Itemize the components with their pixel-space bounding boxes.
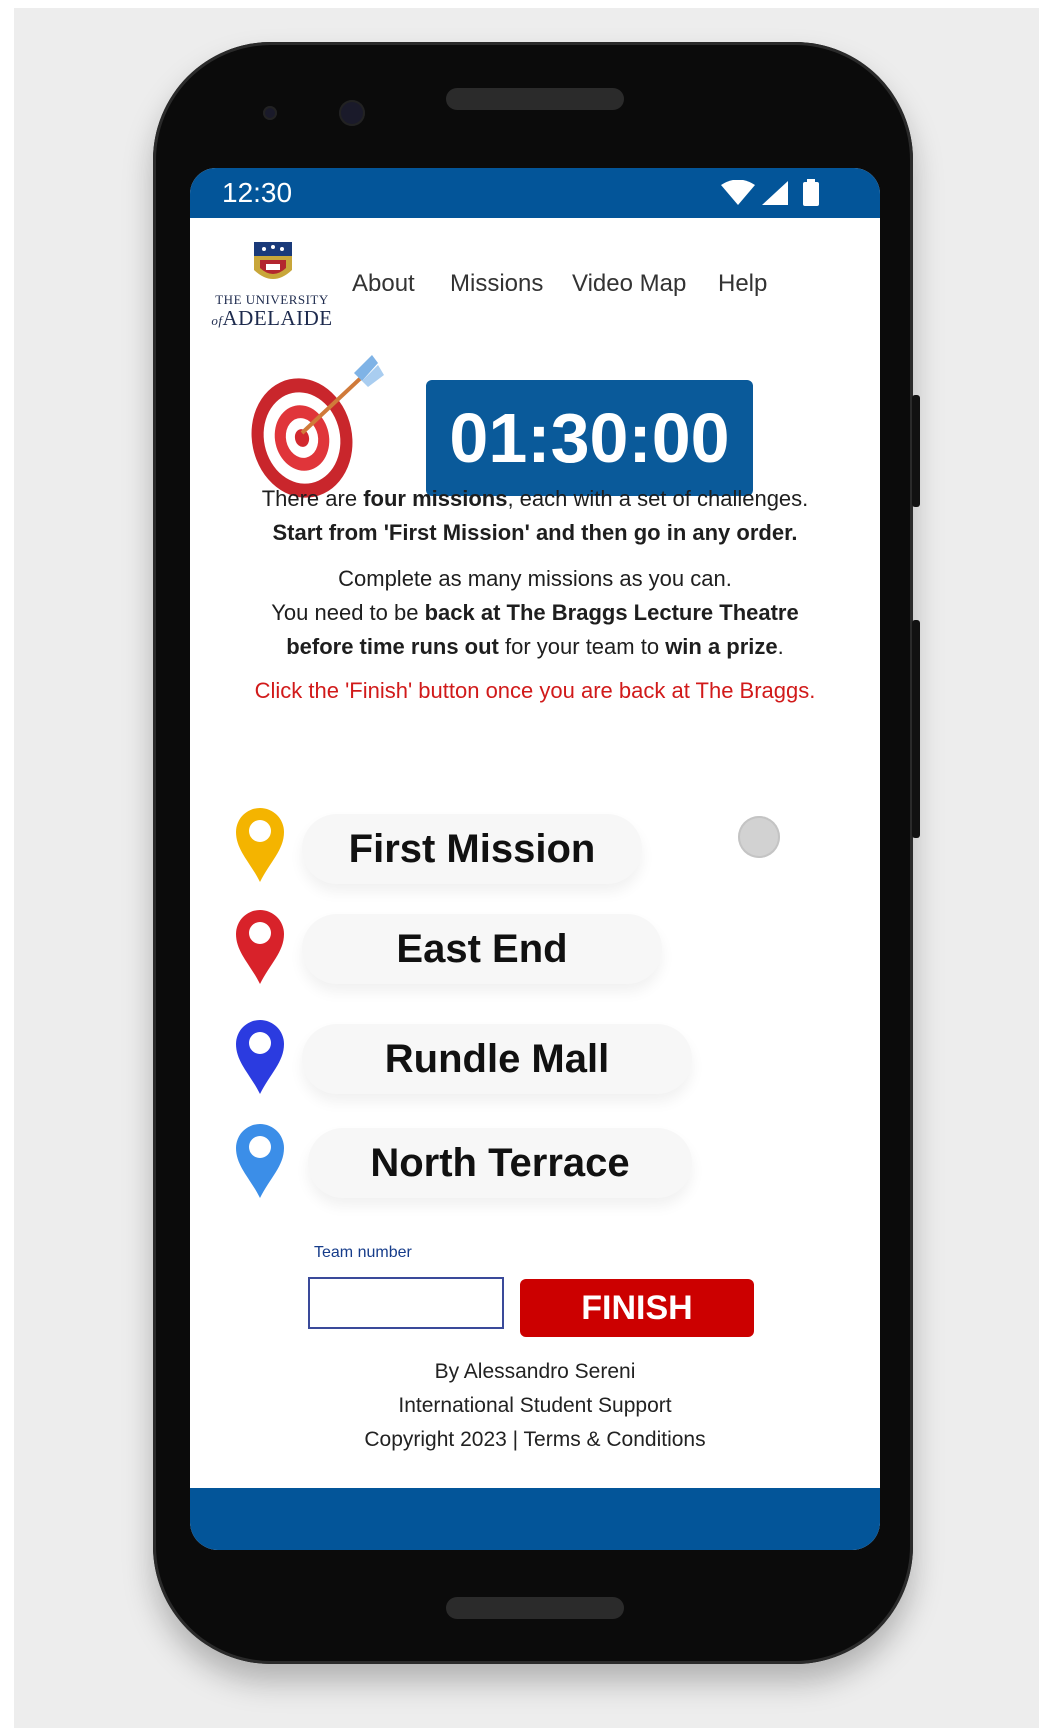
map-pin-blue-icon [236, 1020, 284, 1094]
university-crest-icon [254, 242, 292, 279]
intro-line-5: before time runs out for your team to wi… [286, 634, 784, 659]
front-camera-left [263, 106, 277, 120]
phone-screen: 12:30 THE UNIVERSITY ofADELAIDE About Mi… [190, 168, 880, 1550]
map-pin-yellow-icon [236, 808, 284, 882]
finish-notice: Click the 'Finish' button once you are b… [254, 678, 816, 703]
intro-line-2: Start from 'First Mission' and then go i… [272, 520, 798, 545]
logo-text-adelaide: ofADELAIDE [211, 306, 333, 330]
countdown-timer: 01:30:00 [426, 380, 753, 496]
footer-copyright[interactable]: Copyright 2023 | Terms & Conditions [190, 1428, 880, 1452]
team-number-label: Team number [314, 1244, 412, 1261]
intro-line-4: You need to be back at The Braggs Lectur… [271, 600, 799, 625]
mission-rundle-mall-button[interactable]: Rundle Mall [302, 1024, 692, 1094]
bottom-speaker [446, 1597, 624, 1619]
intro-line-3: Complete as many missions as you can. [338, 566, 732, 591]
mission-east-end-button[interactable]: East End [302, 914, 662, 984]
map-pin-red-icon [236, 910, 284, 984]
mission-north-terrace-button[interactable]: North Terrace [308, 1128, 692, 1198]
bottom-bar [190, 1488, 880, 1550]
nav-missions[interactable]: Missions [450, 270, 543, 298]
volume-button [912, 620, 920, 838]
nav-video-map[interactable]: Video Map [572, 270, 686, 298]
power-button [912, 395, 920, 507]
intro-line-1: There are four missions, each with a set… [261, 486, 809, 511]
nav-help[interactable]: Help [718, 270, 767, 298]
earpiece-speaker [446, 88, 624, 110]
status-bar: 12:30 [190, 168, 880, 218]
university-logo[interactable]: THE UNIVERSITY ofADELAIDE [210, 240, 340, 336]
wifi-icon [721, 180, 755, 205]
footer-author: By Alessandro Sereni [434, 1360, 636, 1383]
progress-dot-indicator [738, 816, 780, 858]
status-icons [720, 179, 830, 206]
nav-about[interactable]: About [352, 270, 415, 298]
mission-first-mission-button[interactable]: First Mission [302, 814, 642, 884]
team-number-input[interactable] [308, 1277, 504, 1329]
front-camera-right [339, 100, 365, 126]
signal-icon [762, 181, 788, 205]
battery-icon [803, 179, 819, 206]
footer-department: International Student Support [398, 1394, 672, 1417]
finish-button[interactable]: FINISH [520, 1279, 754, 1337]
map-pin-light-blue-icon [236, 1124, 284, 1198]
status-time: 12:30 [222, 177, 293, 208]
